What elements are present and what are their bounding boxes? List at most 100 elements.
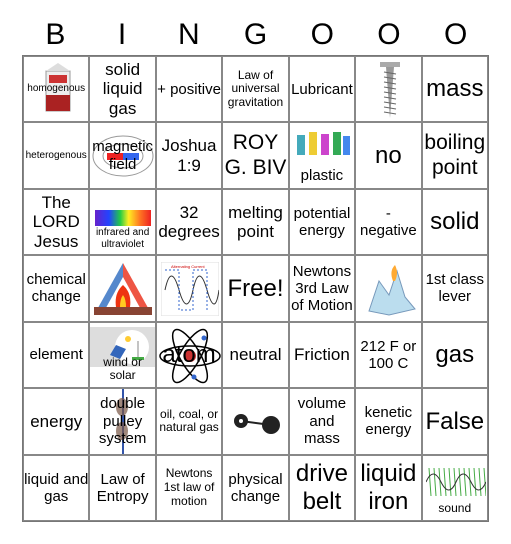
bingo-cell[interactable]: drive belt — [288, 454, 356, 521]
cell-text: + positive — [157, 80, 221, 98]
bingo-cell[interactable]: Friction — [288, 321, 356, 389]
cell-text: no — [375, 141, 402, 169]
bingo-cell[interactable]: infrared and ultraviolet — [89, 188, 156, 256]
bingo-cell[interactable] — [355, 56, 422, 123]
bingo-cell[interactable]: False — [421, 388, 488, 455]
cell-text: Lubricant — [291, 80, 353, 98]
bingo-cell[interactable]: neutral — [222, 321, 289, 389]
cell-text: boiling point — [424, 131, 486, 179]
header-letter: O — [377, 18, 401, 51]
cell-text: Joshua 1:9 — [161, 136, 217, 175]
header-letter: B — [45, 18, 66, 51]
sound-wave-icon — [425, 467, 486, 496]
bingo-cell[interactable]: Joshua 1:9 — [155, 122, 223, 189]
cell-text: sound — [438, 501, 472, 516]
cell-text: Newtons 3rd Law of Motion — [291, 262, 353, 315]
bingo-cell[interactable]: 32 degrees — [155, 188, 223, 256]
bingo-cell[interactable]: Newtons 3rd Law of Motion — [288, 255, 356, 322]
plastic-bottles-icon — [296, 132, 350, 156]
header-letter: N — [177, 18, 200, 51]
bingo-cell[interactable]: Lubricant — [288, 56, 356, 123]
bingo-cell[interactable]: Newtons 1st law of motion — [155, 454, 223, 521]
cell-text: Newtons 1st law of motion — [163, 466, 215, 508]
bingo-cell[interactable]: double pulley system — [89, 388, 156, 455]
weights-icon — [234, 414, 281, 435]
cell-text: liquid and gas — [24, 470, 89, 505]
bingo-cell[interactable] — [355, 255, 422, 322]
cell-text: Free! — [227, 274, 284, 302]
cell-text: neutral — [229, 345, 282, 365]
bingo-cell[interactable]: plastic — [288, 122, 356, 189]
screw-icon — [380, 62, 401, 118]
bingo-cell[interactable]: solid liquid gas — [89, 56, 156, 123]
cell-text: heterogenous — [25, 149, 87, 161]
cell-text: magnetic field — [92, 138, 154, 173]
cell-text: 32 degrees — [158, 202, 220, 242]
bingo-cell[interactable]: liquid iron — [355, 454, 422, 521]
cell-text: liquid iron — [360, 460, 417, 515]
cell-text: energy — [30, 411, 83, 431]
bingo-cell[interactable]: melting point — [222, 188, 289, 256]
bingo-grid: homogenous solid liquid gas + positive Law … — [22, 55, 489, 522]
cell-text: element — [29, 346, 83, 364]
bingo-cell[interactable]: Law of universal gravitation — [222, 56, 289, 123]
bingo-cell[interactable]: solid — [421, 188, 488, 256]
bingo-cell[interactable]: element — [23, 321, 90, 389]
cell-text: volume and mass — [297, 395, 347, 447]
cell-text: 1st class lever — [425, 271, 484, 306]
bingo-cell[interactable]: potential energy — [288, 188, 356, 256]
bingo-cell[interactable]: volume and mass — [288, 388, 356, 455]
cell-text: wind or solar — [103, 354, 142, 383]
svg-text:Alternating Current: Alternating Current — [171, 264, 205, 269]
header-letter: G — [243, 18, 268, 51]
cell-text: - negative — [359, 204, 417, 240]
bingo-cell[interactable]: Alternating Current — [155, 255, 223, 322]
cell-text: drive belt — [295, 460, 348, 515]
bingo-cell[interactable]: physical change — [222, 454, 289, 521]
header-letter: O — [310, 18, 334, 51]
bingo-cell[interactable]: magnetic field — [89, 122, 156, 189]
bingo-cell[interactable] — [222, 388, 289, 455]
bingo-cell[interactable]: Free! — [222, 255, 289, 322]
cell-text: plastic — [300, 166, 344, 184]
cell-text: False — [425, 407, 485, 435]
cell-text: kenetic energy — [364, 404, 413, 439]
cell-text: Law of Entropy — [96, 470, 149, 505]
bingo-cell[interactable]: The LORD Jesus — [23, 188, 90, 256]
cell-text: solid — [430, 208, 480, 236]
cell-text: double pulley system — [98, 395, 147, 447]
cell-text: oil, coal, or natural gas — [159, 406, 219, 435]
bingo-cell[interactable]: no — [355, 122, 422, 189]
bingo-cell[interactable] — [89, 255, 156, 322]
bingo-cell[interactable]: heterogenous — [23, 122, 90, 189]
bingo-cell[interactable]: gas — [421, 321, 488, 389]
bingo-cell[interactable]: atom — [155, 321, 223, 389]
bingo-cell[interactable]: chemical change — [23, 255, 90, 322]
cell-text: 212 F or 100 C — [360, 337, 417, 372]
bingo-cell[interactable]: - negative — [355, 188, 422, 256]
bingo-cell[interactable]: boiling point — [421, 122, 488, 189]
bingo-cell[interactable]: mass — [421, 56, 488, 123]
cell-text: atom — [162, 341, 216, 369]
ac-graph-icon: Alternating Current — [160, 262, 219, 317]
bingo-cell[interactable]: homogenous — [23, 56, 90, 123]
bingo-cell[interactable]: energy — [23, 388, 90, 455]
cell-text: Law of universal gravitation — [227, 67, 284, 110]
cell-text: gas — [435, 341, 475, 369]
cell-text: ROY G. BIV — [224, 131, 287, 179]
bingo-cell[interactable]: Law of Entropy — [89, 454, 156, 521]
bingo-cell[interactable]: 212 F or 100 C — [355, 321, 422, 389]
bingo-cell[interactable]: ROY G. BIV — [222, 122, 289, 189]
ice-crystal-icon — [368, 265, 417, 316]
cell-text: physical change — [228, 470, 283, 505]
bingo-cell[interactable]: sound — [421, 454, 488, 521]
bingo-cell[interactable]: + positive — [155, 56, 223, 123]
bingo-cell[interactable]: 1st class lever — [421, 255, 488, 322]
cell-text: infrared and ultraviolet — [95, 227, 150, 250]
bingo-cell[interactable]: liquid and gas — [23, 454, 90, 521]
header-letter: I — [117, 18, 127, 51]
bingo-cell[interactable]: kenetic energy — [355, 388, 422, 455]
cell-text: chemical change — [26, 271, 86, 306]
bingo-cell[interactable]: wind or solar — [89, 321, 156, 389]
bingo-cell[interactable]: oil, coal, or natural gas — [155, 388, 223, 455]
